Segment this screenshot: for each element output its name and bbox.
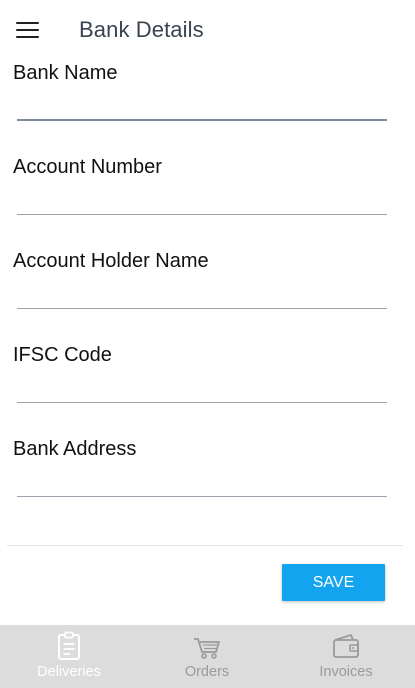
nav-label-deliveries: Deliveries — [37, 664, 101, 680]
menu-icon[interactable] — [16, 20, 40, 40]
menu-icon-bar — [16, 22, 39, 25]
bank-address-field: Bank Address — [0, 438, 415, 532]
nav-item-invoices[interactable]: Invoices — [277, 625, 415, 688]
bottom-nav: Deliveries Orders Invoices — [0, 625, 415, 688]
clipboard-icon — [56, 631, 82, 666]
menu-icon-bar — [16, 29, 39, 32]
account-number-input[interactable] — [17, 189, 387, 215]
nav-item-orders[interactable]: Orders — [138, 625, 276, 688]
ifsc-code-field: IFSC Code — [0, 344, 415, 438]
nav-label-orders: Orders — [184, 664, 230, 680]
cart-icon — [192, 631, 222, 666]
account-number-field: Account Number — [0, 156, 415, 250]
app-header: Bank Details — [0, 0, 415, 62]
form-divider — [7, 545, 403, 546]
bank-name-input[interactable] — [17, 95, 387, 121]
app-root: Bank Details Bank Name Account Number Ac… — [0, 0, 415, 688]
menu-icon-bar — [16, 36, 39, 39]
bank-address-label: Bank Address — [13, 438, 137, 460]
page-title: Bank Details — [79, 17, 204, 42]
bank-name-field: Bank Name — [0, 62, 415, 156]
account-holder-name-field: Account Holder Name — [0, 250, 415, 344]
wallet-icon — [331, 631, 361, 666]
account-holder-name-label: Account Holder Name — [13, 250, 209, 272]
ifsc-code-input[interactable] — [17, 377, 387, 403]
nav-label-invoices: Invoices — [319, 664, 373, 680]
bank-name-label: Bank Name — [13, 62, 118, 84]
account-number-label: Account Number — [13, 156, 162, 178]
ifsc-code-label: IFSC Code — [13, 344, 112, 366]
account-holder-name-input[interactable] — [17, 283, 387, 309]
save-button[interactable]: SAVE — [282, 564, 385, 601]
nav-item-deliveries[interactable]: Deliveries — [0, 625, 138, 688]
bank-address-input[interactable] — [17, 471, 387, 497]
